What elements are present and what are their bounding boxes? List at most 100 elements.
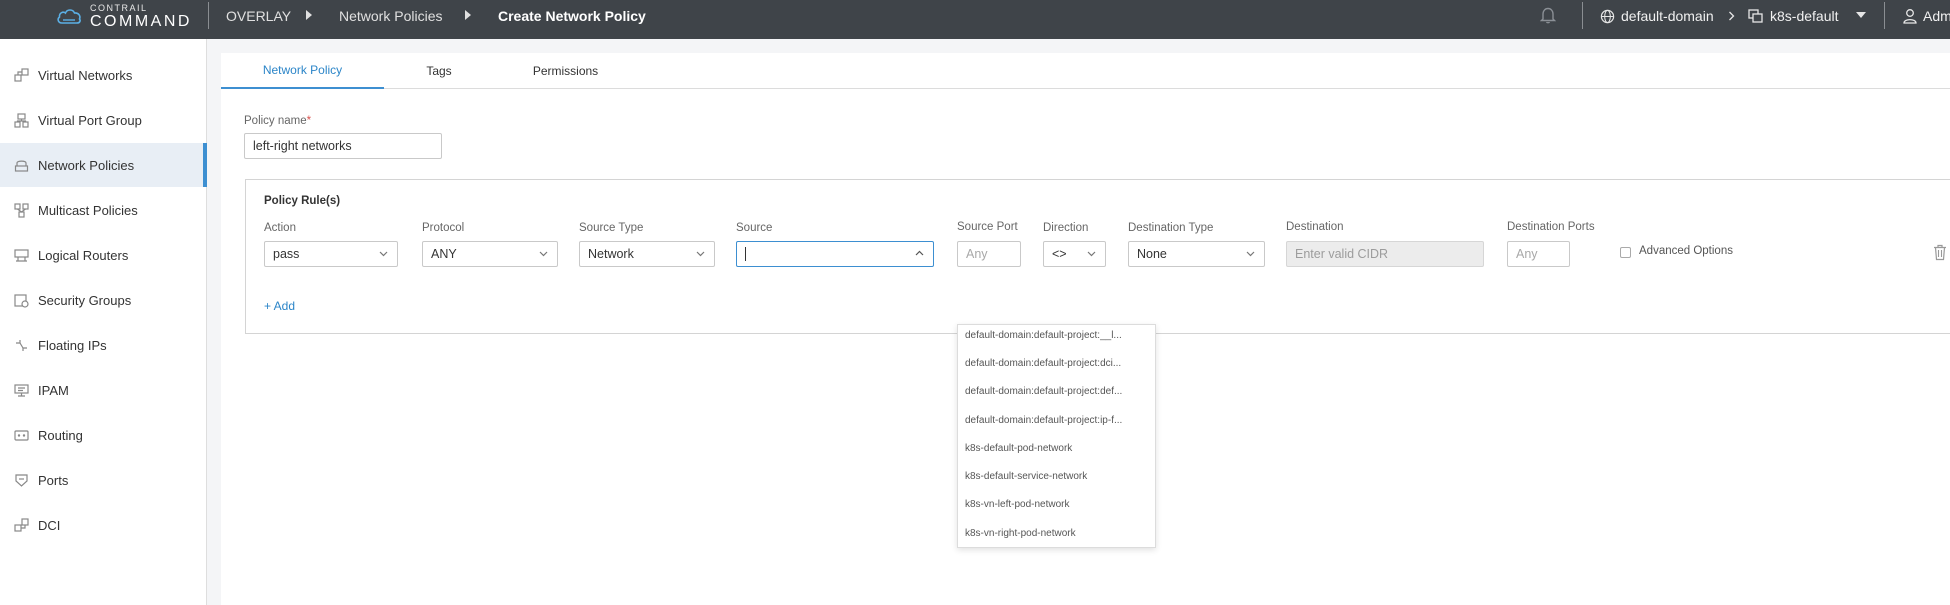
user-name: Adm <box>1923 8 1950 24</box>
direction-label: Direction <box>1043 222 1089 234</box>
chevron-right-icon <box>1729 11 1735 21</box>
menu-icon[interactable] <box>12 8 30 22</box>
destination-type-label: Destination Type <box>1128 222 1214 234</box>
chevron-up-icon <box>915 250 924 256</box>
sidebar-item-dci[interactable]: DCI <box>0 503 207 547</box>
sidebar-item-security-groups[interactable]: Security Groups <box>0 278 207 322</box>
add-rule-link[interactable]: + Add <box>264 299 295 313</box>
dropdown-option[interactable]: default-domain:default-project:def... <box>965 385 1151 399</box>
advanced-options-label: Advanced Options <box>1639 245 1733 257</box>
sidebar-item-ports[interactable]: Ports <box>0 458 207 502</box>
breadcrumb-overlay[interactable]: OVERLAY <box>226 6 291 26</box>
project-selector[interactable]: k8s-default <box>1748 6 1838 26</box>
sidebar-item-label: Routing <box>38 427 83 443</box>
policy-name-label: Policy name* <box>244 115 311 127</box>
protocol-label: Protocol <box>422 222 465 234</box>
cloud-logo-icon <box>57 9 81 24</box>
chevron-down-icon <box>539 251 548 257</box>
sidebar-item-label: Virtual Networks <box>38 67 133 83</box>
source-type-label: Source Type <box>579 222 644 234</box>
breadcrumb-network-policies[interactable]: Network Policies <box>339 6 442 26</box>
source-dropdown-list: default-domain:default-project:__l... de… <box>957 324 1156 548</box>
policy-name-input[interactable]: left-right networks <box>244 133 442 159</box>
sidebar-item-routing[interactable]: Routing <box>0 413 207 457</box>
direction-select[interactable]: <> <box>1043 241 1106 267</box>
tab-bar: Network Policy Tags Permissions <box>221 53 1950 89</box>
chevron-down-icon <box>1087 251 1096 257</box>
trash-icon[interactable] <box>1933 244 1947 261</box>
chevron-down-icon <box>379 251 388 257</box>
sidebar-item-multicast-policies[interactable]: Multicast Policies <box>0 188 207 232</box>
sidebar-item-label: Floating IPs <box>38 337 107 353</box>
sidebar: Virtual Networks Virtual Port Group Netw… <box>0 39 207 605</box>
dci-icon <box>14 517 29 532</box>
domain-selector[interactable]: default-domain <box>1600 6 1714 26</box>
notifications-bell-icon[interactable] <box>1540 6 1556 24</box>
source-port-input[interactable]: Any <box>957 241 1021 267</box>
sidebar-item-network-policies[interactable]: Network Policies <box>0 143 207 187</box>
destination-input[interactable]: Enter valid CIDR <box>1286 241 1484 267</box>
protocol-select[interactable]: ANY <box>422 241 558 267</box>
domain-name: default-domain <box>1621 8 1714 24</box>
app-logo[interactable]: CONTRAIL COMMAND <box>56 3 192 31</box>
destination-type-select[interactable]: None <box>1128 241 1265 267</box>
sidebar-item-label: DCI <box>38 517 61 533</box>
dropdown-option[interactable]: k8s-default-service-network <box>965 470 1151 484</box>
tab-permissions[interactable]: Permissions <box>494 53 637 89</box>
chevron-down-icon <box>1246 251 1255 257</box>
dropdown-option[interactable]: default-domain:default-project:ip-f... <box>965 414 1151 428</box>
sidebar-item-label: Virtual Port Group <box>38 112 142 128</box>
ipam-icon <box>14 383 29 397</box>
dropdown-option[interactable]: k8s-vn-left-pod-network <box>965 498 1151 512</box>
action-value: pass <box>273 247 300 261</box>
sidebar-item-label: Security Groups <box>38 292 132 308</box>
virtual-networks-icon <box>14 67 29 82</box>
policy-name-label-text: Policy name <box>244 115 307 127</box>
source-select[interactable] <box>736 241 934 267</box>
port-group-icon <box>14 112 29 128</box>
sidebar-item-ipam[interactable]: IPAM <box>0 368 207 412</box>
floating-ips-icon <box>16 339 27 351</box>
destination-ports-input[interactable]: Any <box>1507 241 1570 267</box>
tab-network-policy[interactable]: Network Policy <box>221 53 384 89</box>
dropdown-option[interactable]: k8s-default-pod-network <box>965 442 1151 456</box>
sidebar-item-label: Multicast Policies <box>38 202 138 218</box>
breadcrumb-current: Create Network Policy <box>498 8 646 24</box>
dropdown-option[interactable]: default-domain:default-project:__l... <box>965 329 1151 343</box>
main-panel: Network Policy Tags Permissions Policy n… <box>221 53 1950 605</box>
project-icon <box>1748 8 1763 23</box>
dropdown-option[interactable]: k8s-vn-right-pod-network <box>965 527 1151 541</box>
security-groups-icon <box>14 293 29 308</box>
source-type-value: Network <box>588 247 634 261</box>
chevron-down-icon <box>696 251 705 257</box>
user-menu[interactable]: Adm <box>1903 6 1950 26</box>
breadcrumb-arrow-icon <box>465 10 471 20</box>
sidebar-item-virtual-networks[interactable]: Virtual Networks <box>0 53 207 97</box>
caret-down-icon[interactable] <box>1856 12 1866 18</box>
topbar-divider <box>208 2 209 29</box>
sidebar-item-logical-routers[interactable]: Logical Routers <box>0 233 207 277</box>
project-name: k8s-default <box>1770 8 1839 24</box>
advanced-options-checkbox[interactable] <box>1620 247 1631 258</box>
destination-type-value: None <box>1137 247 1167 261</box>
ports-icon <box>15 473 28 487</box>
logo-big-text: COMMAND <box>90 13 192 30</box>
direction-value: <> <box>1052 247 1067 261</box>
action-label: Action <box>264 222 296 234</box>
text-cursor <box>745 247 746 261</box>
user-icon <box>1903 9 1917 24</box>
source-label: Source <box>736 222 773 234</box>
sidebar-item-floating-ips[interactable]: Floating IPs <box>0 323 207 367</box>
source-port-label: Source Port <box>957 221 1018 233</box>
sidebar-item-label: Logical Routers <box>38 247 129 263</box>
routing-icon <box>14 429 29 441</box>
tab-tags[interactable]: Tags <box>384 53 494 89</box>
source-type-select[interactable]: Network <box>579 241 715 267</box>
topbar-divider <box>1884 2 1885 29</box>
sidebar-item-virtual-port-group[interactable]: Virtual Port Group <box>0 98 207 142</box>
destination-label: Destination <box>1286 221 1344 233</box>
dropdown-option[interactable]: default-domain:default-project:dci... <box>965 357 1151 371</box>
topbar-divider <box>1582 2 1583 29</box>
top-bar: CONTRAIL COMMAND OVERLAY Network Policie… <box>0 0 1950 39</box>
action-select[interactable]: pass <box>264 241 398 267</box>
